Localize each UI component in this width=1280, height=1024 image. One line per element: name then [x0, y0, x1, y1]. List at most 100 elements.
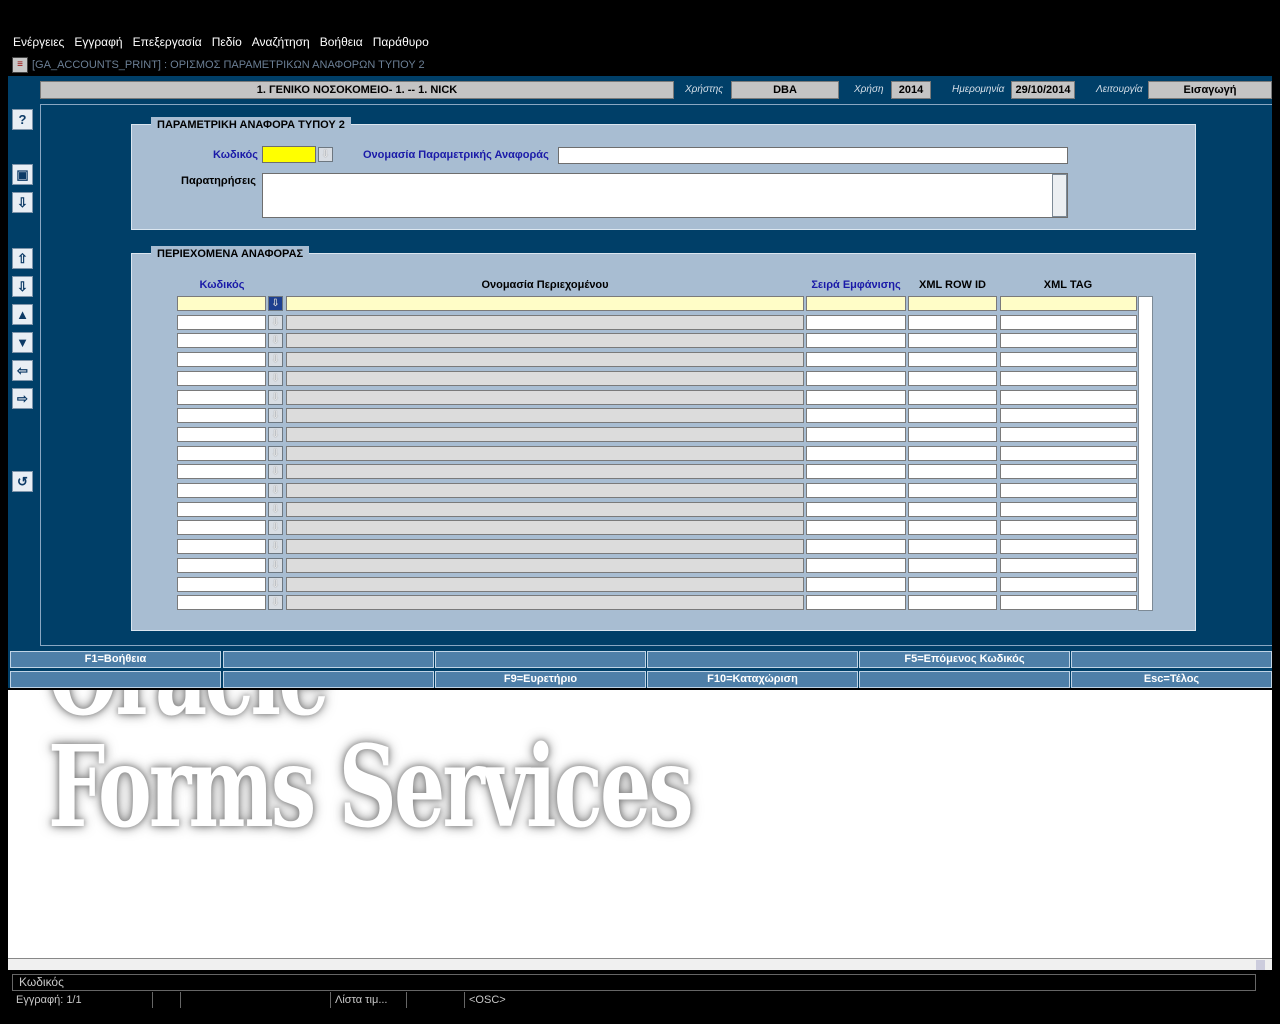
row-code-lov-button[interactable]: ⇩: [268, 370, 283, 386]
function-key-row2-4[interactable]: [859, 671, 1070, 688]
row-order-input[interactable]: [806, 464, 906, 480]
menu-item-3[interactable]: Πεδίο: [212, 32, 242, 52]
row-order-input[interactable]: [806, 520, 906, 536]
row-xml-row-id-input[interactable]: [908, 389, 997, 405]
row-code-input[interactable]: [177, 408, 266, 424]
row-code-lov-button[interactable]: ⇩: [268, 352, 283, 368]
row-code-lov-button[interactable]: ⇩: [268, 333, 283, 349]
row-xml-row-id-input[interactable]: [908, 595, 997, 611]
row-code-input[interactable]: [177, 352, 266, 368]
row-code-input[interactable]: [177, 576, 266, 592]
menu-item-5[interactable]: Βοήθεια: [320, 32, 363, 52]
menu-item-6[interactable]: Παράθυρο: [373, 32, 429, 52]
row-order-input[interactable]: [806, 426, 906, 442]
row-xml-tag-input[interactable]: [1000, 389, 1137, 405]
row-code-lov-button[interactable]: ⇩: [268, 520, 283, 536]
row-code-lov-button[interactable]: ⇩: [268, 296, 283, 311]
row-xml-row-id-input[interactable]: [908, 464, 997, 480]
row-code-lov-button[interactable]: ⇩: [268, 501, 283, 517]
help-button[interactable]: ?: [12, 109, 33, 130]
function-key-row1-5[interactable]: [1071, 651, 1272, 668]
code-input[interactable]: [262, 146, 316, 163]
row-xml-tag-input[interactable]: [1000, 314, 1137, 330]
function-key-row1-4[interactable]: F5=Επόμενος Κωδικός: [859, 651, 1070, 668]
row-order-input[interactable]: [806, 539, 906, 555]
row-code-input[interactable]: [177, 539, 266, 555]
row-xml-row-id-input[interactable]: [908, 296, 997, 311]
row-xml-tag-input[interactable]: [1000, 464, 1137, 480]
function-key-row2-2[interactable]: F9=Ευρετήριο: [435, 671, 646, 688]
function-key-row1-0[interactable]: F1=Βοήθεια: [10, 651, 221, 668]
row-code-input[interactable]: [177, 557, 266, 573]
row-xml-tag-input[interactable]: [1000, 333, 1137, 349]
row-code-input[interactable]: [177, 389, 266, 405]
row-xml-row-id-input[interactable]: [908, 426, 997, 442]
next-record-button[interactable]: ▼: [12, 332, 33, 353]
notes-scrollbar[interactable]: [1052, 174, 1067, 217]
row-xml-tag-input[interactable]: [1000, 539, 1137, 555]
row-order-input[interactable]: [806, 445, 906, 461]
row-xml-row-id-input[interactable]: [908, 576, 997, 592]
row-xml-tag-input[interactable]: [1000, 445, 1137, 461]
row-code-input[interactable]: [177, 314, 266, 330]
row-code-lov-button[interactable]: ⇩: [268, 557, 283, 573]
menu-item-0[interactable]: Ενέργειες: [13, 32, 64, 52]
row-code-lov-button[interactable]: ⇩: [268, 314, 283, 330]
undo-button[interactable]: ↺: [12, 471, 33, 492]
row-code-input[interactable]: [177, 501, 266, 517]
row-code-input[interactable]: [177, 296, 266, 311]
row-code-lov-button[interactable]: ⇩: [268, 408, 283, 424]
report-name-input[interactable]: [558, 147, 1068, 164]
row-xml-tag-input[interactable]: [1000, 296, 1137, 311]
row-xml-tag-input[interactable]: [1000, 408, 1137, 424]
row-order-input[interactable]: [806, 501, 906, 517]
row-xml-row-id-input[interactable]: [908, 557, 997, 573]
row-code-input[interactable]: [177, 426, 266, 442]
row-xml-row-id-input[interactable]: [908, 352, 997, 368]
row-order-input[interactable]: [806, 483, 906, 498]
row-xml-row-id-input[interactable]: [908, 501, 997, 517]
row-code-input[interactable]: [177, 445, 266, 461]
row-code-input[interactable]: [177, 333, 266, 349]
row-xml-row-id-input[interactable]: [908, 314, 997, 330]
row-code-lov-button[interactable]: ⇩: [268, 426, 283, 442]
function-key-row2-5[interactable]: Esc=Τέλος: [1071, 671, 1272, 688]
row-code-input[interactable]: [177, 483, 266, 498]
row-xml-row-id-input[interactable]: [908, 408, 997, 424]
row-order-input[interactable]: [806, 576, 906, 592]
function-key-row2-1[interactable]: [223, 671, 434, 688]
horizontal-scrollbar[interactable]: [8, 958, 1272, 970]
row-code-input[interactable]: [177, 595, 266, 611]
row-xml-tag-input[interactable]: [1000, 483, 1137, 498]
row-xml-row-id-input[interactable]: [908, 370, 997, 386]
row-code-lov-button[interactable]: ⇩: [268, 576, 283, 592]
row-code-lov-button[interactable]: ⇩: [268, 389, 283, 405]
row-xml-row-id-input[interactable]: [908, 539, 997, 555]
row-code-lov-button[interactable]: ⇩: [268, 595, 283, 611]
menu-item-2[interactable]: Επεξεργασία: [133, 32, 202, 52]
row-xml-tag-input[interactable]: [1000, 370, 1137, 386]
row-xml-row-id-input[interactable]: [908, 483, 997, 498]
row-code-input[interactable]: [177, 520, 266, 536]
row-order-input[interactable]: [806, 557, 906, 573]
row-xml-tag-input[interactable]: [1000, 501, 1137, 517]
row-code-lov-button[interactable]: ⇩: [268, 483, 283, 498]
last-record-button[interactable]: ⇩: [12, 276, 33, 297]
row-order-input[interactable]: [806, 333, 906, 349]
table-scrollbar[interactable]: [1138, 296, 1153, 611]
row-xml-row-id-input[interactable]: [908, 520, 997, 536]
row-xml-tag-input[interactable]: [1000, 557, 1137, 573]
row-order-input[interactable]: [806, 389, 906, 405]
menu-item-4[interactable]: Αναζήτηση: [252, 32, 310, 52]
row-xml-tag-input[interactable]: [1000, 576, 1137, 592]
notes-textarea[interactable]: [262, 173, 1068, 218]
row-code-lov-button[interactable]: ⇩: [268, 464, 283, 480]
code-lov-button[interactable]: ⇩: [318, 147, 333, 162]
row-order-input[interactable]: [806, 296, 906, 311]
function-key-row2-0[interactable]: [10, 671, 221, 688]
row-order-input[interactable]: [806, 595, 906, 611]
function-key-row1-1[interactable]: [223, 651, 434, 668]
next-block-button[interactable]: ⇨: [12, 388, 33, 409]
row-order-input[interactable]: [806, 370, 906, 386]
save-button[interactable]: ▣: [12, 164, 33, 185]
